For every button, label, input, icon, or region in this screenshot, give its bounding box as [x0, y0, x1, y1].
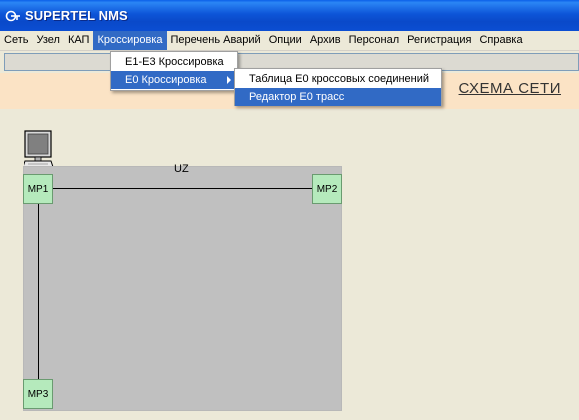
link-mp1-mp3[interactable]: [38, 204, 39, 379]
crossing-dropdown: E1-E3 Кроссировка E0 Кроссировка: [110, 51, 238, 91]
node-mp2[interactable]: MP2: [312, 174, 342, 204]
computer-icon[interactable]: [22, 130, 54, 170]
supertel-logo-icon: [4, 7, 21, 24]
menu-options[interactable]: Опции: [265, 31, 306, 50]
menu-archive[interactable]: Архив: [306, 31, 345, 50]
menu-kap[interactable]: КАП: [64, 31, 94, 50]
submenu-arrow-icon: [227, 76, 231, 84]
menu-item-e1-e3-crossing[interactable]: E1-E3 Кроссировка: [111, 53, 237, 71]
title-bar: SUPERTEL NMS: [0, 0, 579, 31]
menu-item-e0-route-editor[interactable]: Редактор E0 трасс: [235, 88, 441, 106]
menu-help[interactable]: Справка: [475, 31, 526, 50]
node-mp1[interactable]: MP1: [23, 174, 53, 204]
window-title: SUPERTEL NMS: [25, 8, 128, 23]
e0-submenu: Таблица E0 кроссовых соединений Редактор…: [234, 68, 442, 106]
zone-label: UZ: [174, 163, 189, 175]
menu-node[interactable]: Узел: [32, 31, 63, 50]
menu-alarm-list[interactable]: Перечень Аварий: [167, 31, 265, 50]
menu-registration[interactable]: Регистрация: [403, 31, 475, 50]
node-mp3[interactable]: MP3: [23, 379, 53, 409]
network-scheme-link[interactable]: СХЕМА СЕТИ: [459, 80, 561, 97]
zone-area[interactable]: [23, 166, 342, 411]
menu-crossing[interactable]: Кроссировка: [93, 31, 167, 50]
menu-network[interactable]: Сеть: [0, 31, 32, 50]
menu-item-e0-cross-table[interactable]: Таблица E0 кроссовых соединений: [235, 70, 441, 88]
menu-personnel[interactable]: Персонал: [345, 31, 404, 50]
menu-item-e0-crossing[interactable]: E0 Кроссировка: [111, 71, 237, 89]
menu-bar: Сеть Узел КАП Кроссировка Перечень Авари…: [0, 31, 579, 51]
link-mp1-mp2[interactable]: [53, 188, 312, 189]
menu-item-e0-crossing-label: E0 Кроссировка: [125, 74, 207, 86]
